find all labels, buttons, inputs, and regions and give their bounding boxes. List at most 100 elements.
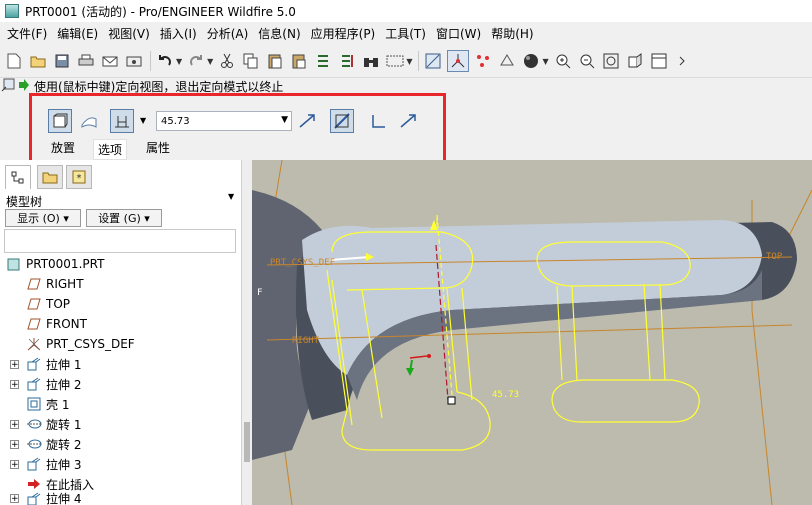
menu-info[interactable]: 信息(N) (258, 25, 300, 42)
reorient-icon[interactable] (625, 51, 645, 71)
tree-item-revolve-1[interactable]: + 旋转 1 (0, 414, 236, 434)
scrollbar-thumb[interactable] (244, 422, 250, 462)
right-datum-label: RIGHT (292, 336, 320, 346)
tree-item-label: 拉伸 3 (46, 457, 82, 472)
redo-icon[interactable] (186, 51, 206, 71)
model-drawing (252, 160, 812, 505)
tree-item-extrude-2[interactable]: + 拉伸 2 (0, 374, 236, 394)
expand-icon[interactable]: + (10, 494, 19, 504)
menu-file[interactable]: 文件(F) (7, 25, 47, 42)
menu-bar: 文件(F) 编辑(E) 视图(V) 插入(I) 分析(A) 信息(N) 应用程序… (0, 22, 812, 44)
status-message: 使用(鼠标中键)定向视图，退出定向模式以终止 (34, 79, 284, 94)
menu-view[interactable]: 视图(V) (108, 25, 150, 42)
tree-item-label: TOP (46, 297, 71, 311)
extrude-icon (26, 492, 42, 505)
shading-sphere-icon[interactable] (521, 51, 541, 71)
regenerate-icon[interactable] (313, 51, 333, 71)
shell-icon (26, 396, 42, 412)
tree-item-shell-1[interactable]: 壳 1 (0, 394, 236, 414)
save-icon[interactable] (52, 51, 72, 71)
tree-item-insert-here[interactable]: 在此插入 (0, 474, 236, 494)
tree-item-part[interactable]: PRT0001.PRT (0, 254, 236, 274)
redo-dropdown-icon[interactable]: ▼ (207, 57, 213, 66)
settings-menu-button[interactable]: 设置 (G) ▾ (86, 209, 162, 227)
toolbar-separator (418, 51, 420, 71)
expand-icon[interactable]: + (10, 359, 19, 369)
sketch-status-icon (0, 77, 18, 96)
saved-views-icon[interactable] (649, 51, 669, 71)
model-tree-title: 模型树 (6, 195, 43, 209)
expand-icon[interactable]: + (10, 419, 19, 429)
revolve-icon (26, 416, 42, 432)
new-file-icon[interactable] (4, 51, 24, 71)
menu-insert[interactable]: 插入(I) (160, 25, 197, 42)
tree-item-label: 旋转 2 (46, 437, 82, 452)
open-folder-icon[interactable] (28, 51, 48, 71)
tree-item-top[interactable]: TOP (0, 294, 236, 314)
menu-edit[interactable]: 编辑(E) (57, 25, 98, 42)
mail-attach-icon[interactable] (124, 51, 144, 71)
menu-tools[interactable]: 工具(T) (385, 25, 426, 42)
tree-item-label: 拉伸 1 (46, 357, 82, 372)
tab-model-tree[interactable] (5, 165, 31, 189)
tab-folder-browser[interactable] (37, 165, 63, 189)
mail-icon[interactable] (100, 51, 120, 71)
csys-icon (26, 336, 42, 352)
datum-plane-icon (26, 276, 42, 292)
print-icon[interactable] (76, 51, 96, 71)
expand-icon[interactable]: + (10, 459, 19, 469)
toolbar-separator (150, 51, 151, 71)
zoom-in-icon[interactable] (553, 51, 573, 71)
undo-dropdown-icon[interactable]: ▼ (176, 57, 182, 66)
cut-icon[interactable] (217, 51, 237, 71)
undo-icon[interactable] (155, 51, 175, 71)
tree-item-revolve-2[interactable]: + 旋转 2 (0, 434, 236, 454)
menu-applications[interactable]: 应用程序(P) (311, 25, 376, 42)
tree-item-label: PRT_CSYS_DEF (46, 337, 135, 351)
top-datum-label: TOP (766, 252, 783, 262)
app-icon (5, 4, 19, 18)
front-plane-tag: F (257, 288, 263, 298)
menu-help[interactable]: 帮助(H) (491, 25, 533, 42)
tree-item-extrude-1[interactable]: + 拉伸 1 (0, 354, 236, 374)
datum-plane-icon (26, 316, 42, 332)
select-box-icon[interactable] (385, 51, 405, 71)
tree-item-csys[interactable]: PRT_CSYS_DEF (0, 334, 236, 354)
tab-favorites[interactable]: * (66, 165, 92, 189)
tree-item-extrude-4[interactable]: + 拉伸 4 (0, 492, 236, 505)
refit-icon[interactable] (601, 51, 621, 71)
expand-icon[interactable]: + (10, 439, 19, 449)
csys-origin (427, 354, 431, 358)
show-menu-button[interactable]: 显示 (O) ▾ (5, 209, 81, 227)
panel-menu-dropdown-icon[interactable]: ▼ (228, 192, 234, 201)
more-toolbar-icon[interactable] (673, 51, 693, 71)
copy-icon[interactable] (241, 51, 261, 71)
tree-item-label: 壳 1 (46, 397, 70, 412)
menu-window[interactable]: 窗口(W) (436, 25, 481, 42)
green-arrow-icon (18, 78, 30, 94)
regenerate-manager-icon[interactable] (337, 51, 357, 71)
csys-label: PRT_CSYS_DEF (270, 258, 336, 268)
tree-item-front[interactable]: FRONT (0, 314, 236, 334)
select-dropdown-icon[interactable]: ▼ (406, 57, 412, 66)
csys-display-icon[interactable] (497, 51, 517, 71)
datum-points-icon[interactable] (473, 51, 493, 71)
expand-icon[interactable]: + (10, 379, 19, 389)
tree-item-label: PRT0001.PRT (26, 257, 105, 271)
graphics-viewport[interactable]: PRT_CSYS_DEF TOP RIGHT 45.73 F (252, 160, 812, 505)
shading-dropdown-icon[interactable]: ▼ (542, 57, 548, 66)
tree-item-right[interactable]: RIGHT (0, 274, 236, 294)
main-toolbar: ▼ ▼ ▼ ▼ (0, 45, 812, 78)
tree-item-label: 在此插入 (46, 477, 95, 492)
datum-axes-icon[interactable] (447, 50, 470, 72)
tree-item-label: 拉伸 4 (46, 492, 82, 505)
paste-special-icon[interactable] (289, 51, 309, 71)
find-icon[interactable] (361, 51, 381, 71)
tree-item-extrude-3[interactable]: + 拉伸 3 (0, 454, 236, 474)
paste-icon[interactable] (265, 51, 285, 71)
menu-analysis[interactable]: 分析(A) (207, 25, 249, 42)
datum-display-icon[interactable] (423, 51, 443, 71)
insert-here-arrow-icon (26, 476, 42, 492)
zoom-out-icon[interactable] (577, 51, 597, 71)
title-bar: PRT0001 (活动的) - Pro/ENGINEER Wildfire 5.… (0, 0, 812, 23)
